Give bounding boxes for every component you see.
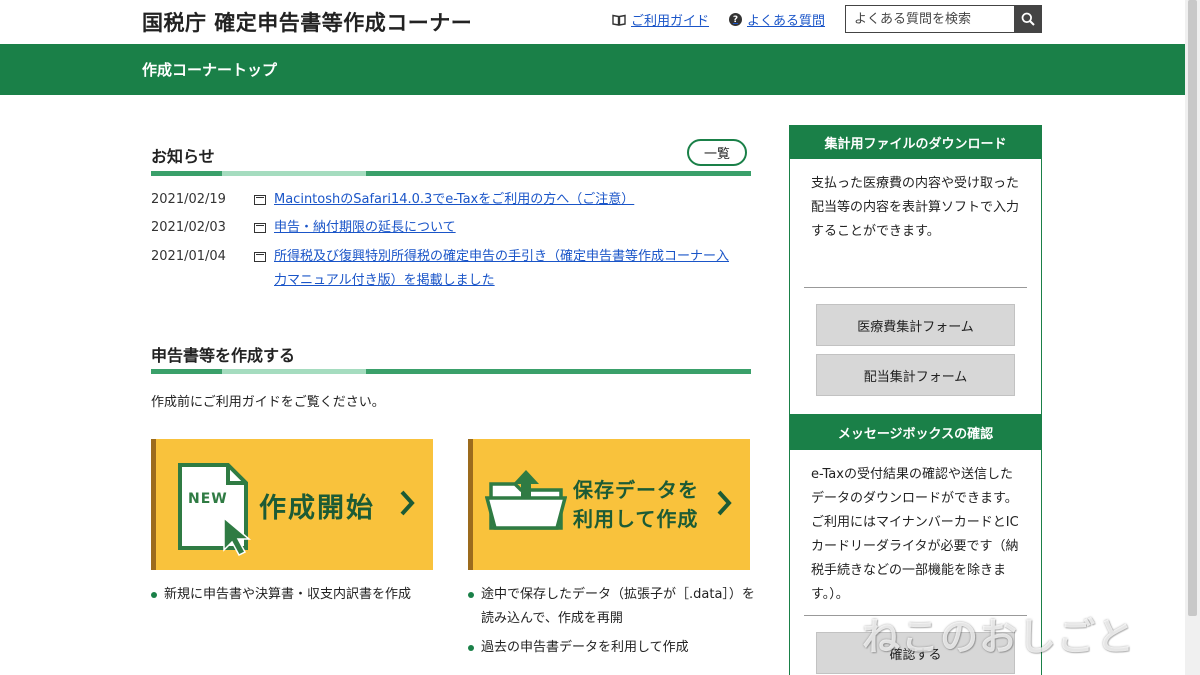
book-icon: [612, 14, 626, 26]
faq-link-label[interactable]: よくある質問: [747, 10, 825, 29]
create-divider: [151, 369, 751, 374]
divider: [804, 287, 1027, 288]
start-create-label: 作成開始: [259, 493, 375, 524]
start-notes: 新規に申告書や決算書・収支内訳書を作成: [151, 583, 433, 607]
note-item: 新規に申告書や決算書・収支内訳書を作成: [151, 583, 433, 607]
site-title[interactable]: 国税庁 確定申告書等作成コーナー: [142, 7, 472, 37]
download-panel-title: 集計用ファイルのダウンロード: [790, 126, 1041, 159]
scrollbar[interactable]: [1185, 0, 1200, 675]
create-section-title: 申告書等を作成する: [151, 346, 296, 365]
faq-link[interactable]: ? よくある質問: [729, 10, 825, 29]
saved-label-line2: 利用して作成: [573, 507, 699, 531]
news-date: 2021/01/04: [151, 249, 226, 264]
use-saved-data-label: 保存データを 利用して作成: [573, 476, 699, 534]
note-item: 過去の申告書データを利用して作成: [468, 636, 758, 660]
window-icon: [254, 223, 266, 233]
news-link[interactable]: 申告・納付期限の延長について: [274, 216, 740, 240]
search-icon: [1021, 12, 1035, 26]
sidebar: 集計用ファイルのダウンロード 支払った医療費の内容や受け取った配当等の内容を表計…: [789, 125, 1042, 675]
saved-notes: 途中で保存したデータ（拡張子が［.data］）を読み込んで、作成を再開 過去の申…: [468, 583, 758, 660]
chevron-right-icon: [716, 489, 732, 521]
guide-link[interactable]: ご利用ガイド: [612, 10, 709, 29]
news-item: 2021/01/04 所得税及び復興特別所得税の確定申告の手引き（確定申告書等作…: [151, 245, 740, 293]
create-intro: 作成前にご利用ガイドをご覧ください。: [151, 395, 385, 410]
saved-label-line1: 保存データを: [573, 478, 699, 502]
news-item: 2021/02/03 申告・納付期限の延長について: [151, 216, 740, 240]
news-item: 2021/02/19 MacintoshのSafari14.0.3でe-Taxを…: [151, 188, 740, 212]
messagebox-panel-title: メッセージボックスの確認: [790, 414, 1041, 450]
nav-bar: 作成コーナートップ: [0, 44, 1185, 95]
news-divider: [151, 171, 751, 176]
folder-upload-icon: [484, 468, 568, 536]
news-date: 2021/02/19: [151, 192, 226, 207]
news-list-button[interactable]: 一覧: [687, 139, 747, 166]
use-saved-data-button[interactable]: 保存データを 利用して作成: [468, 439, 750, 570]
news-link[interactable]: 所得税及び復興特別所得税の確定申告の手引き（確定申告書等作成コーナー入力マニュア…: [274, 245, 740, 293]
news-link[interactable]: MacintoshのSafari14.0.3でe-Taxをご利用の方へ（ご注意）: [274, 188, 740, 212]
medical-expense-form-button[interactable]: 医療費集計フォーム: [816, 304, 1015, 346]
question-icon: ?: [729, 13, 742, 26]
note-item: 途中で保存したデータ（拡張子が［.data］）を読み込んで、作成を再開: [468, 583, 758, 631]
site-header: 国税庁 確定申告書等作成コーナー ご利用ガイド ? よくある質問: [0, 0, 1200, 44]
new-badge: NEW: [188, 491, 228, 507]
faq-search: [845, 5, 1042, 33]
search-button[interactable]: [1014, 6, 1041, 32]
news-title: お知らせ: [151, 147, 215, 166]
messagebox-panel-text: e-Taxの受付結果の確認や送信したデータのダウンロードができます。ご利用にはマ…: [811, 467, 1019, 602]
watermark: ねこのおしごと: [862, 615, 1136, 659]
scrollbar-thumb[interactable]: [1188, 0, 1197, 616]
search-input[interactable]: [846, 6, 1014, 32]
start-create-button[interactable]: NEW 作成開始: [151, 439, 433, 570]
nav-title[interactable]: 作成コーナートップ: [142, 59, 277, 80]
dividend-form-button[interactable]: 配当集計フォーム: [816, 354, 1015, 396]
window-icon: [254, 195, 266, 205]
news-date: 2021/02/03: [151, 220, 226, 235]
new-document-icon: [176, 462, 264, 560]
window-icon: [254, 252, 266, 262]
download-panel-text: 支払った医療費の内容や受け取った配当等の内容を表計算ソフトで入力することができま…: [811, 176, 1020, 239]
guide-link-label[interactable]: ご利用ガイド: [631, 10, 709, 29]
chevron-right-icon: [399, 489, 415, 521]
